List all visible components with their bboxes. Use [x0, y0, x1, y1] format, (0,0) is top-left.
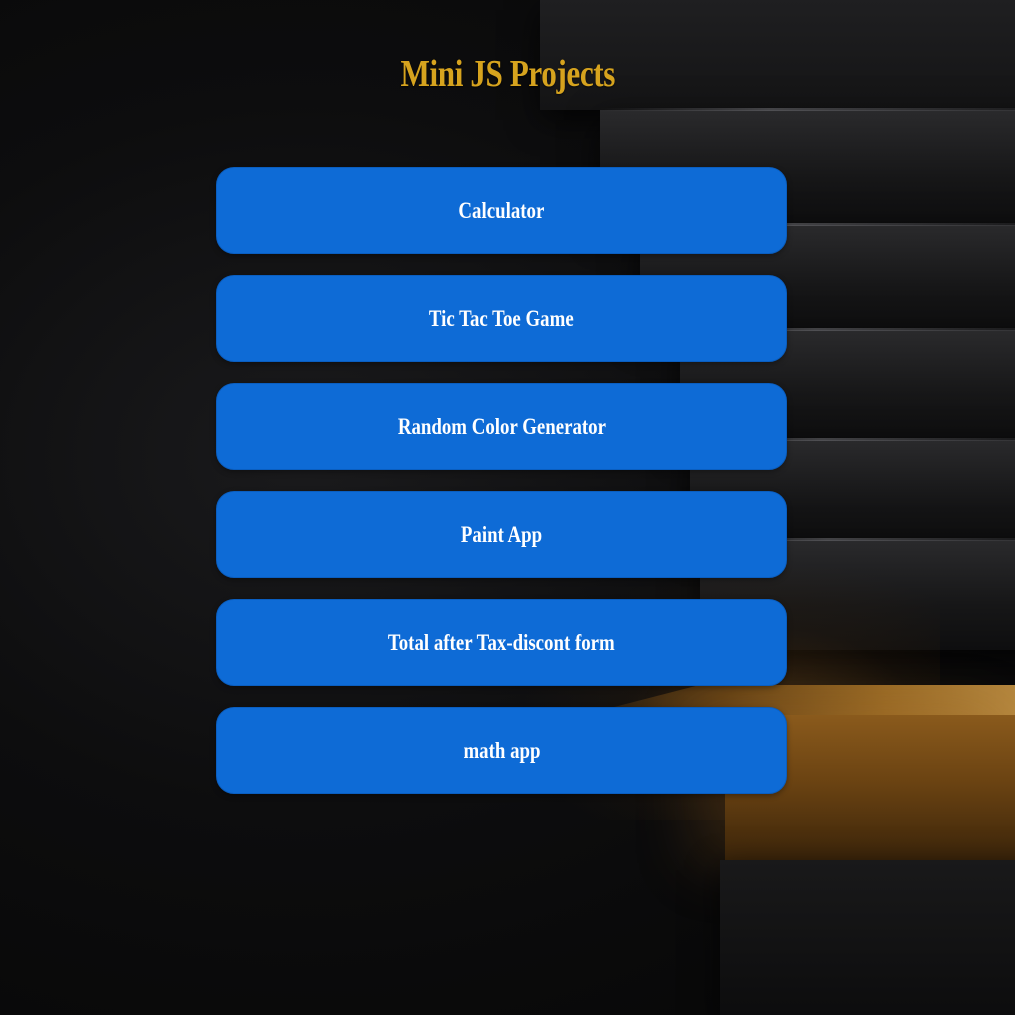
button-label: Calculator	[458, 197, 545, 223]
button-label: math app	[462, 737, 541, 763]
background-step	[720, 860, 1015, 1015]
random-color-generator-button[interactable]: Random Color Generator	[216, 383, 787, 470]
project-list: Calculator Tic Tac Toe Game Random Color…	[216, 167, 787, 794]
paint-app-button[interactable]: Paint App	[216, 491, 787, 578]
button-label: Paint App	[460, 521, 543, 547]
tic-tac-toe-button[interactable]: Tic Tac Toe Game	[216, 275, 787, 362]
button-label: Random Color Generator	[397, 413, 606, 439]
button-label: Total after Tax-discont form	[388, 629, 615, 655]
math-app-button[interactable]: math app	[216, 707, 787, 794]
page-title: Mini JS Projects	[400, 53, 615, 95]
button-label: Tic Tac Toe Game	[429, 305, 574, 331]
tax-discount-form-button[interactable]: Total after Tax-discont form	[216, 599, 787, 686]
calculator-button[interactable]: Calculator	[216, 167, 787, 254]
page-header: Mini JS Projects	[0, 52, 1015, 96]
background-step-edge	[600, 108, 1015, 111]
